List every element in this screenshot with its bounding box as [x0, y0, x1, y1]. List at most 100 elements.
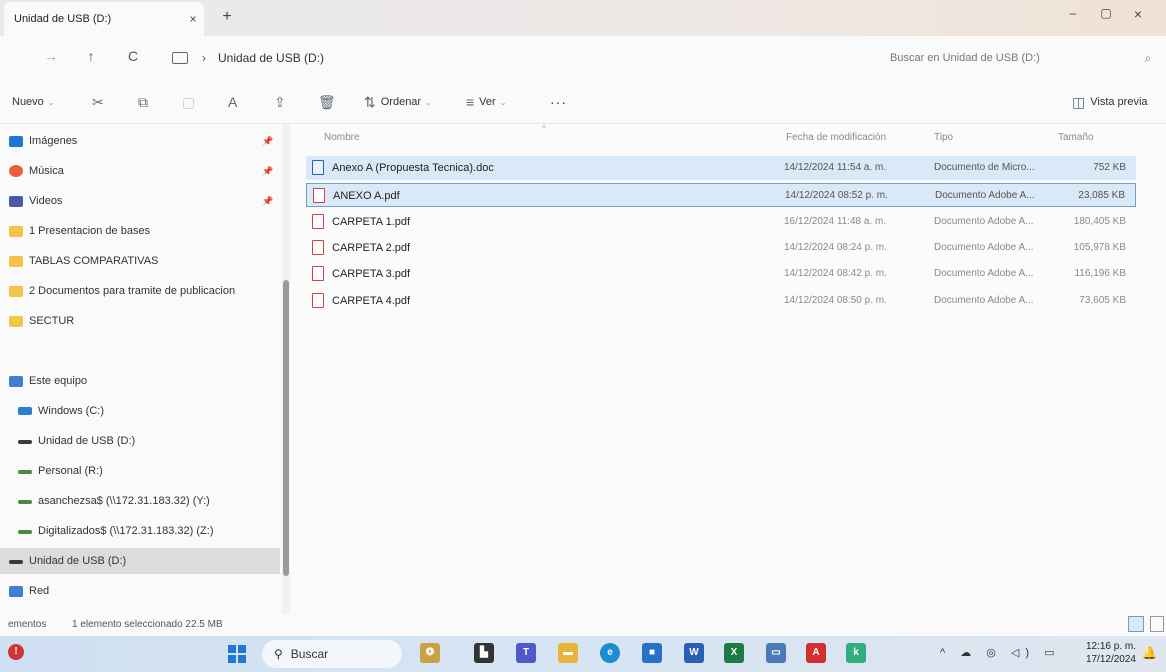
sidebar-item-documentos-tramite[interactable]: 2 Documentos para tramite de publicacion — [0, 278, 280, 304]
sidebar-item-asanchezsa-y[interactable]: asanchezsa$ (\\172.31.183.32) (Y:) — [0, 488, 280, 514]
copy-button[interactable]: ⧉ — [138, 92, 148, 112]
close-window-button[interactable]: × — [1123, 6, 1153, 26]
teams-icon[interactable]: T — [516, 643, 536, 663]
file-size: 23,085 KB — [1078, 190, 1125, 201]
file-row[interactable]: CARPETA 3.pdf 14/12/2024 08:42 p. m. Doc… — [306, 262, 1136, 286]
drive-app-icon[interactable]: ▭ — [766, 643, 786, 663]
sidebar-item-tablas-comparativas[interactable]: TABLAS COMPARATIVAS — [0, 248, 280, 274]
file-date: 14/12/2024 11:54 a. m. — [784, 162, 887, 173]
chevron-right-icon: › — [202, 51, 206, 65]
file-name: CARPETA 4.pdf — [332, 295, 411, 307]
file-name: CARPETA 2.pdf — [332, 242, 411, 254]
clock[interactable]: 12:16 p. m. 17/12/2024 — [1074, 640, 1136, 666]
selection-info: 1 elemento seleccionado 22.5 MB — [72, 619, 223, 630]
tab-usb-drive[interactable]: Unidad de USB (D:) × — [4, 2, 204, 36]
breadcrumb-usb-drive[interactable]: Unidad de USB (D:) — [218, 51, 324, 65]
k-app-icon[interactable]: k — [846, 643, 866, 663]
network-icon — [9, 585, 23, 597]
sidebar-item-red[interactable]: Red — [0, 578, 280, 604]
store-icon[interactable]: ■ — [642, 643, 662, 663]
file-explorer-icon[interactable]: ▬ — [558, 643, 578, 663]
search-input[interactable]: Buscar en Unidad de USB (D:) — [890, 52, 1138, 64]
file-row[interactable]: CARPETA 1.pdf 16/12/2024 11:48 a. m. Doc… — [306, 210, 1136, 234]
system-tray[interactable]: ^ ☁ ◎ ◁) ▭ — [940, 646, 1061, 659]
file-row[interactable]: Anexo A (Propuesta Tecnica).doc 14/12/20… — [306, 156, 1136, 180]
column-header-type[interactable]: Tipo — [934, 132, 953, 143]
sidebar-item-musica[interactable]: Música 📌 — [0, 158, 280, 184]
preview-pane-icon: ◫ — [1072, 93, 1086, 110]
sidebar-item-este-equipo[interactable]: Este equipo — [0, 368, 280, 394]
column-header-date[interactable]: Fecha de modificación — [786, 132, 886, 143]
monitor-icon — [172, 52, 188, 64]
sidebar-item-usb-d-root[interactable]: Unidad de USB (D:) — [0, 548, 280, 574]
file-size: 116,196 KB — [1074, 268, 1126, 279]
paste-icon: ▢ — [182, 93, 196, 110]
view-icon: ≡ — [466, 94, 475, 110]
minimize-button[interactable]: – — [1058, 6, 1088, 26]
windows-drive-icon — [18, 407, 32, 415]
sidebar-item-sectur[interactable]: SECTUR — [0, 308, 280, 334]
acrobat-icon[interactable]: A — [806, 643, 826, 663]
tiles-view-icon[interactable] — [1150, 616, 1164, 632]
taskbar-search[interactable]: ⚲ Buscar — [262, 640, 402, 668]
forward-icon[interactable]: → — [38, 48, 64, 68]
drive-icon — [9, 560, 23, 564]
sidebar-item-imagenes[interactable]: Imágenes 📌 — [0, 128, 280, 154]
new-tab-button[interactable]: + — [216, 8, 238, 26]
item-count: ementos — [8, 619, 47, 630]
notification-bell-icon[interactable]: 🔔 — [1142, 646, 1157, 660]
scrollbar-thumb[interactable] — [283, 280, 289, 576]
sidebar-item-videos[interactable]: Videos 📌 — [0, 188, 280, 214]
maximize-button[interactable]: ▢ — [1091, 6, 1121, 26]
column-header-size[interactable]: Tamaño — [1058, 132, 1094, 143]
sidebar-item-personal-r[interactable]: Personal (R:) — [0, 458, 280, 484]
rename-icon: A — [228, 94, 238, 110]
excel-icon[interactable]: X — [724, 643, 744, 663]
file-row[interactable]: CARPETA 4.pdf 14/12/2024 08:50 p. m. Doc… — [306, 289, 1136, 313]
word-doc-icon — [312, 160, 324, 175]
chevron-down-icon: ⌄ — [47, 97, 55, 107]
task-view-icon[interactable]: ▙ — [474, 643, 494, 663]
address-bar[interactable]: › Unidad de USB (D:) — [166, 44, 866, 72]
address-row: → ↑ C › Unidad de USB (D:) Buscar en Uni… — [0, 36, 1166, 80]
sidebar-item-presentacion-bases[interactable]: 1 Presentacion de bases — [0, 218, 280, 244]
edge-icon[interactable]: e — [600, 643, 620, 663]
command-bar: Nuevo ⌄ ✂ ⧉ ▢ A ⇪ 🗑 ⇅ Ordenar ⌄ ≡ Ver ⌄ … — [0, 80, 1166, 124]
sidebar-item-windows-c[interactable]: Windows (C:) — [0, 398, 280, 424]
file-row[interactable]: ANEXO A.pdf 14/12/2024 08:52 p. m. Docum… — [306, 183, 1136, 207]
network-drive-icon — [18, 530, 32, 534]
trash-icon: 🗑 — [318, 93, 336, 110]
videos-icon — [9, 195, 23, 207]
start-button[interactable] — [228, 645, 246, 663]
up-icon[interactable]: ↑ — [78, 48, 104, 68]
delete-button[interactable]: 🗑 — [318, 92, 336, 112]
sort-button[interactable]: ⇅ Ordenar ⌄ — [364, 92, 432, 112]
preview-pane-button[interactable]: ◫ Vista previa — [1072, 92, 1148, 112]
sidebar-item-digitalizados-z[interactable]: Digitalizados$ (\\172.31.183.32) (Z:) — [0, 518, 280, 544]
search-box[interactable]: Buscar en Unidad de USB (D:) ⌕ — [880, 44, 1158, 72]
sidebar-item-label: TABLAS COMPARATIVAS — [29, 255, 159, 267]
paste-button[interactable]: ▢ — [182, 92, 195, 112]
share-button[interactable]: ⇪ — [274, 92, 286, 112]
new-button[interactable]: Nuevo ⌄ — [12, 92, 55, 112]
file-row[interactable]: CARPETA 2.pdf 14/12/2024 08:24 p. m. Doc… — [306, 236, 1136, 260]
sidebar-scrollbar[interactable] — [282, 124, 290, 614]
notification-badge-icon[interactable]: ! — [8, 644, 24, 660]
column-header-name[interactable]: Nombre — [324, 132, 360, 143]
network-drive-icon — [18, 500, 32, 504]
sidebar-item-label: 2 Documentos para tramite de publicacion — [29, 285, 236, 297]
details-view-icon[interactable] — [1128, 616, 1144, 632]
folder-icon — [9, 225, 23, 237]
word-icon[interactable]: W — [684, 643, 704, 663]
rename-button[interactable]: A — [228, 92, 237, 112]
refresh-icon[interactable]: C — [120, 48, 146, 68]
cut-button[interactable]: ✂ — [92, 92, 104, 112]
sidebar-item-usb-d[interactable]: Unidad de USB (D:) — [0, 428, 280, 454]
scissors-icon: ✂ — [92, 93, 104, 110]
search-icon[interactable]: ⌕ — [1138, 51, 1158, 66]
tab-close-icon[interactable]: × — [182, 12, 204, 26]
more-options-button[interactable]: ··· — [550, 92, 567, 112]
images-icon — [9, 135, 23, 147]
view-button[interactable]: ≡ Ver ⌄ — [466, 92, 506, 112]
widgets-icon[interactable]: ❂ — [420, 643, 440, 663]
